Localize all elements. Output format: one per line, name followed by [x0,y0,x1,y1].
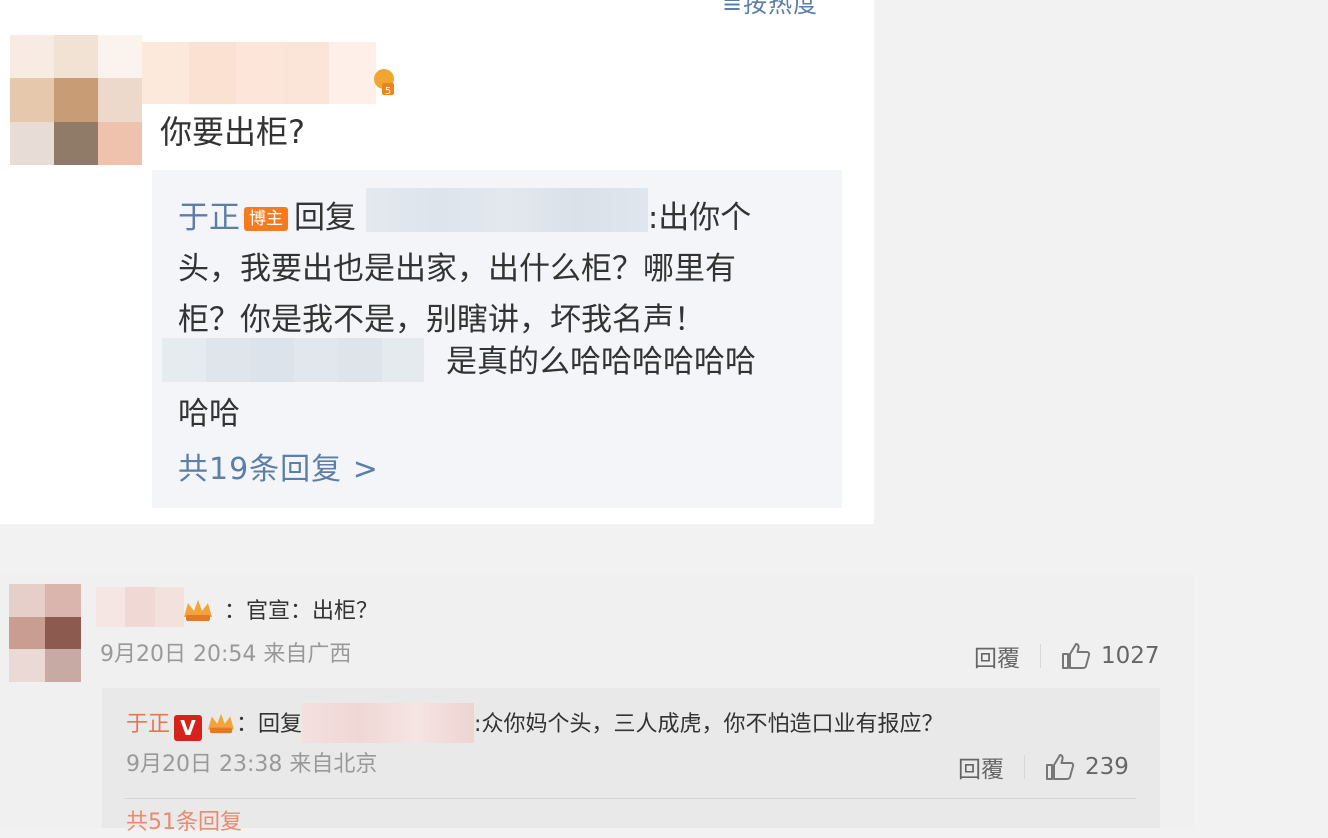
blogger-badge: 博主 [244,207,288,231]
reply-content: 于正 博主 回复 :出你个 头，我要出也是出家，出什么柜？哪里有 柜？你是我不是，别… [178,188,818,346]
sub-reply-actions: 回覆 239 [958,750,1129,784]
avatar[interactable] [9,584,81,682]
more-replies-link[interactable]: 共19条回复 > [178,450,379,490]
action-divider [1040,644,1041,668]
vip-crown-icon [208,713,234,734]
top-comment-card: ≡按热度 5 你要出柜? 于正 博主 回复 :出你个 头，我要出也是出家，出什么柜？… [0,0,874,524]
reply-word: 回复 [294,200,356,236]
sub-reply-text: :众你妈个头，三人成虎，你不怕造口业有报应？ [474,712,944,737]
username-blurred[interactable] [142,42,376,104]
reply-button[interactable]: 回覆 [958,750,1004,784]
divider [124,798,1136,799]
verified-v-badge: V [174,715,203,741]
more-replies-link[interactable]: 共51条回复 [126,808,242,838]
reply-text-line-2: 头，我要出也是出家，出什么柜？哪里有 [178,251,736,287]
reply-prefix: ：回复 [236,712,303,737]
like-count: 239 [1085,754,1129,780]
comment-text: ：官宣：出柜？ [224,599,379,624]
comment-text: 你要出柜? [160,113,305,151]
reply-box: 于正 博主 回复 :出你个 头，我要出也是出家，出什么柜？哪里有 柜？你是我不是，别… [152,170,842,508]
reply-text-haha-2: 哈哈 [178,396,240,432]
quoted-user-blurred[interactable] [162,338,424,382]
action-divider [1024,755,1025,779]
sub-reply-box: 于正 V ：回复 :众你妈个头，三人成虎，你不怕造口业有报应？ 9月20日 23:38… [102,688,1160,835]
sort-by-hot-link[interactable]: ≡按热度 [722,0,818,19]
thumbs-up-icon[interactable] [1045,753,1075,781]
sub-reply-meta: 9月20日 23:38 来自北京 [126,752,378,777]
comment-meta: 9月20日 20:54 来自广西 [100,642,352,667]
sub-reply-content: 于正 V ：回复 :众你妈个头，三人成虎，你不怕造口业有报应？ [126,703,943,743]
thumbs-up-icon[interactable] [1061,642,1091,670]
like-count: 1027 [1101,643,1160,669]
vip-badge-icon: 5 [374,69,394,97]
comment-actions: 回覆 1027 [974,639,1160,673]
username-blurred[interactable] [96,587,184,627]
reply-text-line-1: :出你个 [647,200,752,236]
svg-text:5: 5 [385,86,391,97]
replied-user-blurred[interactable] [302,703,475,743]
reply-text-haha: 是真的么哈哈哈哈哈哈 [446,344,756,380]
reply-author-link[interactable]: 于正 [178,200,240,236]
reply-text-line-3: 柜？你是我不是，别瞎讲，坏我名声！ [178,302,705,338]
avatar[interactable] [10,35,142,165]
vip-crown-icon [184,600,212,621]
reply-button[interactable]: 回覆 [974,639,1020,673]
sub-reply-author-link[interactable]: 于正 [126,712,170,737]
replied-user-blurred[interactable] [365,188,648,232]
second-comment-card: ：官宣：出柜？ 9月20日 20:54 来自广西 回覆 1027 于正 V ：回复:… [0,575,1194,835]
